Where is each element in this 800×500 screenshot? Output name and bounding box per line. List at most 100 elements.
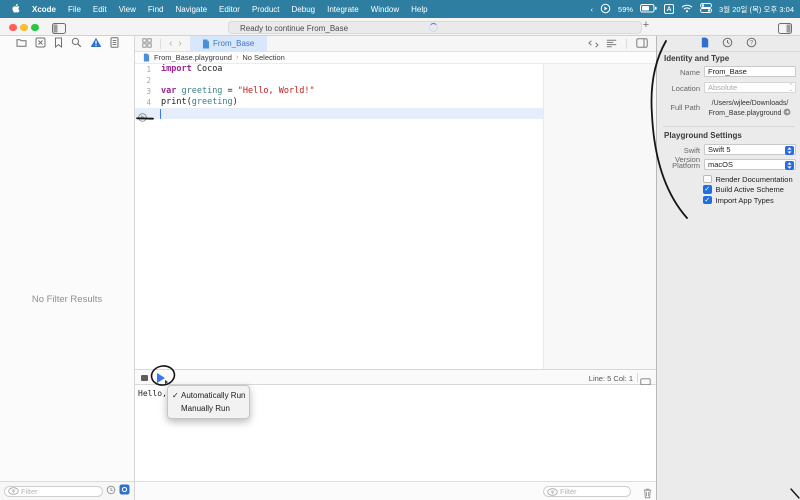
editor-tab-bar: ‹ › From_Base [135,35,656,53]
recent-files-clock-icon[interactable] [106,482,116,500]
go-forward-button[interactable]: › [178,38,181,49]
source-control-status-button[interactable] [119,482,130,500]
bookmark-navigator-icon[interactable] [54,35,63,53]
line-number: 3 [146,87,151,96]
code-lines: import Cocoa var greeting = "Hello, World… [161,64,315,119]
menu-items: Xcode File Edit View Find Navigate Editor Produ… [32,5,428,14]
navigator-empty-message: No Filter Results [31,294,103,305]
console-output: Hello, [138,389,167,398]
menu-help[interactable]: Help [411,5,427,14]
report-navigator-icon[interactable] [110,35,119,53]
code-review-icon[interactable] [588,35,599,53]
adjust-editor-icon[interactable] [636,35,648,53]
menu-view[interactable]: View [119,5,136,14]
menu-debug[interactable]: Debug [292,5,316,14]
playground-control-bar: Line: 5 Col: 1 [135,369,656,387]
checkbox-label: Import App Types [715,195,774,205]
line-number: 1 [146,65,151,74]
xcode-window: Xcode File Edit View Find Navigate Editor Produ… [0,0,800,500]
menu-file[interactable]: File [68,5,81,14]
code-line: import Cocoa [161,64,315,75]
related-items-icon[interactable] [142,35,152,53]
go-back-button[interactable]: ‹ [169,38,172,49]
menu-navigate[interactable]: Navigate [175,5,207,14]
control-center-icon[interactable] [700,3,712,15]
menu-editor[interactable]: Editor [219,5,240,14]
code-token: print( [161,97,192,107]
activity-status-bar: Ready to continue From_Base [228,20,642,34]
fullpath-line2: From_Base.playground [708,110,782,117]
menu-xcode[interactable]: Xcode [32,5,56,14]
location-dropdown[interactable]: Absolute ⌃ ⌄ [704,82,796,93]
menu-clock[interactable]: 3월 20일 (목) 오후 3:04 [719,4,794,15]
close-window-button[interactable] [9,23,17,31]
input-source-icon[interactable]: A [664,4,675,14]
help-inspector-tab[interactable]: ? [746,37,757,50]
popup-item-automatically-run[interactable]: ✓ Automatically Run [168,389,249,403]
checkbox-icon[interactable]: ✓ [703,195,712,205]
run-options-chevron-icon[interactable] [165,380,168,384]
checkbox-build-active-scheme[interactable]: ✓ Build Active Scheme [703,185,784,195]
clear-console-trash-icon[interactable] [643,486,652,500]
chevron-left-icon[interactable]: ‹ [591,5,594,14]
menu-status-area: ‹ 59% A 3월 20일 (목) 오후 3:04 [591,3,794,16]
menu-find[interactable]: Find [148,5,164,14]
name-label: Name [679,68,700,77]
playground-file-icon [143,53,150,62]
apple-icon[interactable] [12,3,22,15]
add-editor-button[interactable]: + [639,19,653,31]
checkbox-icon[interactable] [703,174,712,184]
menu-product[interactable]: Product [252,5,280,14]
console-filter-bar: Filter [135,481,656,500]
breadcrumb-file[interactable]: From_Base.playground [154,53,232,62]
checkmark-icon: ✓ [172,390,179,400]
checkbox-label: Build Active Scheme [715,185,784,194]
source-editor[interactable]: 1 2 3 4 import Cocoa var greeting = "Hello, … [135,64,656,369]
checkbox-icon[interactable]: ✓ [703,185,712,194]
checkbox-render-documentation[interactable]: Render Documentation [703,174,793,184]
zoom-window-button[interactable] [31,23,39,31]
minimap-icon[interactable] [606,35,617,53]
menu-integrate[interactable]: Integrate [327,5,359,14]
popup-item-manually-run[interactable]: Manually Run [168,402,249,416]
navigator-filter-bar: Filter [0,481,134,500]
find-navigator-icon[interactable] [71,35,82,53]
swift-version-value: Swift 5 [708,145,731,154]
project-navigator-icon[interactable] [16,35,27,53]
menu-edit[interactable]: Edit [93,5,107,14]
code-token: greeting [181,86,223,96]
run-to-line-button[interactable] [138,109,147,122]
platform-label: Platform [672,161,700,170]
platform-value: macOS [708,160,734,169]
play-circle-icon[interactable] [600,3,611,16]
text-cursor [159,109,161,119]
swift-version-dropdown[interactable]: Swift 5 [704,144,796,155]
line-number: 4 [146,98,151,107]
history-inspector-tab[interactable] [722,37,733,50]
minimize-window-button[interactable] [20,23,28,31]
console-toggle-icon[interactable] [141,374,148,381]
platform-dropdown[interactable]: macOS [704,159,796,170]
wifi-icon[interactable] [681,4,693,15]
menu-window[interactable]: Window [371,5,399,14]
file-inspector-tab[interactable] [701,37,709,50]
navigator-filter-input[interactable]: Filter [4,485,103,497]
changes-navigator-icon[interactable] [35,35,46,53]
line-number: 2 [146,76,151,85]
console-filter-placeholder: Filter [560,487,577,496]
name-value: From_Base [708,67,747,76]
run-playground-button[interactable] [157,373,165,383]
issue-navigator-icon[interactable] [90,35,102,53]
checkbox-import-app-types[interactable]: ✓ Import App Types [703,195,774,205]
open-path-arrow-icon[interactable] [783,108,791,116]
name-field[interactable]: From_Base [704,66,796,77]
inspector-panel: ? Identity and Type Name From_Base Locat… [656,36,800,500]
tab-from-base[interactable]: From_Base [189,35,267,52]
breadcrumb-selection[interactable]: No Selection [242,53,285,62]
battery-icon[interactable] [640,3,657,15]
jump-bar[interactable]: From_Base.playground › No Selection [135,52,656,64]
filter-icon [8,482,19,500]
stepper-icon [785,145,794,155]
console-filter-input[interactable]: Filter [543,486,631,497]
